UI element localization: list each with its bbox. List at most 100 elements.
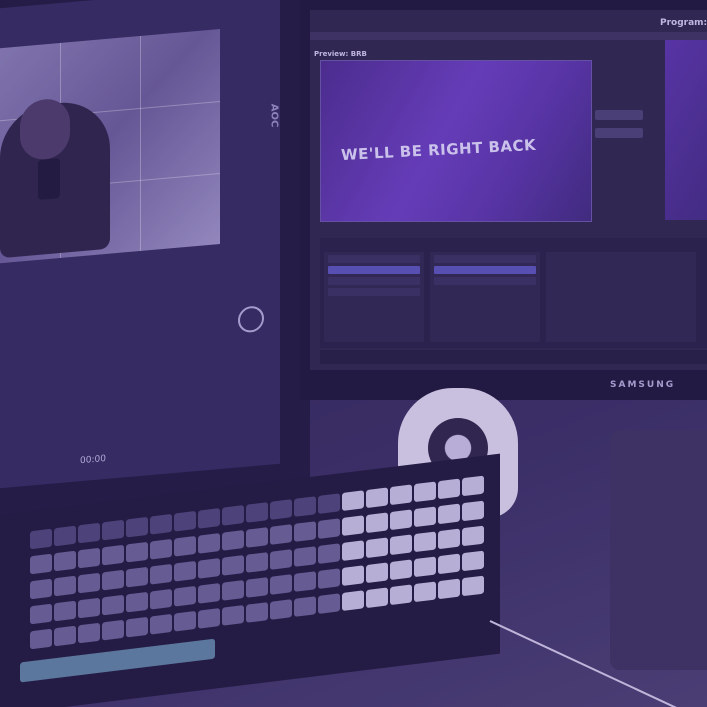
keyboard-key[interactable] <box>102 594 124 616</box>
keyboard-key[interactable] <box>246 577 268 598</box>
keyboard-key[interactable] <box>438 528 460 550</box>
keyboard-key[interactable] <box>366 487 388 509</box>
keyboard-key[interactable] <box>414 556 436 578</box>
keyboard-key[interactable] <box>30 578 52 600</box>
keyboard-key[interactable] <box>174 585 196 607</box>
keyboard-key[interactable] <box>126 591 148 613</box>
keyboard-key[interactable] <box>366 562 388 584</box>
keyboard-key[interactable] <box>462 500 484 522</box>
keyboard-key[interactable] <box>30 603 52 625</box>
keyboard-key[interactable] <box>342 490 364 512</box>
keyboard-key[interactable] <box>222 555 244 576</box>
scene-item[interactable] <box>328 266 420 274</box>
keyboard-key[interactable] <box>102 619 124 641</box>
keyboard-key[interactable] <box>54 525 76 547</box>
keyboard-key[interactable] <box>198 557 220 579</box>
keyboard-key[interactable] <box>318 568 340 589</box>
keyboard-key[interactable] <box>270 499 292 520</box>
keyboard-key[interactable] <box>126 516 148 538</box>
keyboard-key[interactable] <box>390 484 412 506</box>
keyboard-key[interactable] <box>366 512 388 534</box>
keyboard-key[interactable] <box>54 625 76 647</box>
keyboard-key[interactable] <box>366 587 388 609</box>
keyboard-key[interactable] <box>294 521 316 542</box>
keyboard-key[interactable] <box>30 528 52 550</box>
keyboard-key[interactable] <box>390 584 412 606</box>
taskbar[interactable] <box>320 350 707 364</box>
scene-item[interactable] <box>328 277 420 285</box>
keyboard-key[interactable] <box>174 510 196 532</box>
scene-item[interactable] <box>328 288 420 296</box>
keyboard-key[interactable] <box>342 515 364 537</box>
keyboard-key[interactable] <box>390 534 412 556</box>
keyboard-key[interactable] <box>318 543 340 564</box>
keyboard-key[interactable] <box>150 513 172 535</box>
keyboard-key[interactable] <box>78 547 100 569</box>
keyboard-key[interactable] <box>150 613 172 635</box>
keyboard-key[interactable] <box>462 525 484 547</box>
keyboard-key[interactable] <box>438 503 460 525</box>
keyboard-key[interactable] <box>414 506 436 528</box>
keyboard-key[interactable] <box>246 602 268 623</box>
keyboard-key[interactable] <box>342 540 364 562</box>
keyboard-key[interactable] <box>318 493 340 514</box>
keyboard-key[interactable] <box>198 607 220 629</box>
source-item[interactable] <box>434 255 536 263</box>
shutter-button[interactable] <box>238 305 264 334</box>
source-item[interactable] <box>434 277 536 285</box>
keyboard-key[interactable] <box>126 566 148 588</box>
keyboard-key[interactable] <box>294 496 316 517</box>
keyboard-key[interactable] <box>270 549 292 570</box>
scene-item[interactable] <box>328 255 420 263</box>
keyboard-key[interactable] <box>150 588 172 610</box>
keyboard-key[interactable] <box>126 541 148 563</box>
keyboard-key[interactable] <box>198 507 220 529</box>
keyboard-key[interactable] <box>198 582 220 604</box>
keyboard-key[interactable] <box>174 535 196 557</box>
keyboard-key[interactable] <box>318 518 340 539</box>
keyboard-key[interactable] <box>30 628 52 650</box>
keyboard-key[interactable] <box>54 575 76 597</box>
keyboard-key[interactable] <box>294 571 316 592</box>
keyboard-key[interactable] <box>174 610 196 632</box>
keyboard-key[interactable] <box>222 530 244 551</box>
keyboard-key[interactable] <box>78 572 100 594</box>
keyboard-key[interactable] <box>78 622 100 644</box>
keyboard-key[interactable] <box>126 616 148 638</box>
keyboard-key[interactable] <box>270 524 292 545</box>
source-item[interactable] <box>434 266 536 274</box>
keyboard-key[interactable] <box>294 596 316 617</box>
keyboard-key[interactable] <box>246 552 268 573</box>
keyboard-key[interactable] <box>150 538 172 560</box>
keyboard-key[interactable] <box>222 605 244 626</box>
obs-preview-canvas[interactable]: WE'LL BE RIGHT BACK <box>320 60 592 222</box>
keyboard-key[interactable] <box>30 553 52 575</box>
keyboard-key[interactable] <box>390 559 412 581</box>
keyboard-key[interactable] <box>438 553 460 575</box>
keyboard-key[interactable] <box>78 597 100 619</box>
obs-menubar[interactable] <box>310 32 707 40</box>
keyboard-key[interactable] <box>462 550 484 572</box>
keyboard-key[interactable] <box>78 522 100 544</box>
keyboard-key[interactable] <box>150 563 172 585</box>
keyboard-key[interactable] <box>270 599 292 620</box>
keyboard-key[interactable] <box>222 580 244 601</box>
keyboard-key[interactable] <box>246 502 268 523</box>
keyboard-key[interactable] <box>198 532 220 554</box>
keyboard-key[interactable] <box>318 593 340 614</box>
keyboard-key[interactable] <box>390 509 412 531</box>
keyboard-key[interactable] <box>54 600 76 622</box>
keyboard-key[interactable] <box>102 569 124 591</box>
keyboard-key[interactable] <box>54 550 76 572</box>
keyboard-key[interactable] <box>438 478 460 500</box>
keyboard-key[interactable] <box>414 531 436 553</box>
keyboard-key[interactable] <box>270 574 292 595</box>
keyboard-key[interactable] <box>462 475 484 497</box>
keyboard-key[interactable] <box>102 519 124 541</box>
keyboard-key[interactable] <box>102 544 124 566</box>
keyboard-key[interactable] <box>294 546 316 567</box>
keyboard-key[interactable] <box>462 575 484 597</box>
quick-transitions[interactable] <box>595 128 643 138</box>
keyboard-key[interactable] <box>414 581 436 603</box>
keyboard-key[interactable] <box>342 590 364 612</box>
